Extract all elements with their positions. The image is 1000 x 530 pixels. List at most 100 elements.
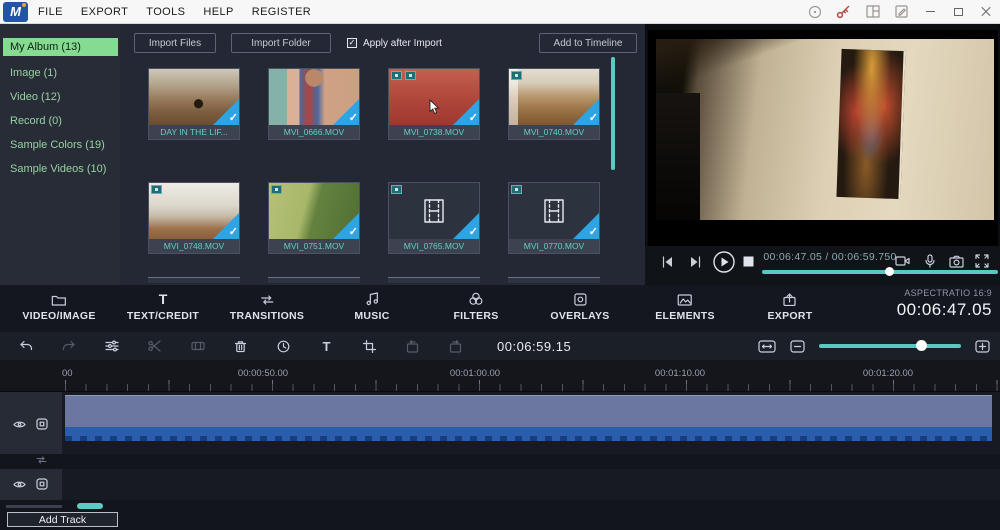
video-painting <box>835 48 906 200</box>
timeline-tracks: Add Track <box>0 392 1000 530</box>
snapshot-icon[interactable] <box>949 255 964 268</box>
overlays-icon <box>550 291 609 306</box>
clip-badge-icon <box>405 71 416 80</box>
activation-key-icon[interactable] <box>829 0 858 24</box>
layout-icon[interactable] <box>858 0 887 24</box>
track-link-icon[interactable] <box>36 456 47 464</box>
thumbnail-name: DAY IN THE LIF... <box>149 125 239 139</box>
tab-export[interactable]: EXPORT <box>768 291 813 322</box>
tab-video-image[interactable]: VIDEO/IMAGE <box>22 291 95 322</box>
media-thumbnail[interactable]: ✓ MVI_0666.MOV <box>268 68 360 140</box>
add-to-timeline-button[interactable]: Add to Timeline <box>539 33 637 53</box>
menu-bar: M FILE EXPORT TOOLS HELP REGISTER <box>0 0 1000 24</box>
tab-transitions[interactable]: TRANSITIONS <box>230 291 304 322</box>
sidebar-item-sample-videos[interactable]: Sample Videos (10) <box>0 157 120 181</box>
media-thumbnail-partial[interactable] <box>388 277 480 283</box>
menu-export[interactable]: EXPORT <box>81 6 128 18</box>
tab-elements[interactable]: ELEMENTS <box>655 291 715 322</box>
crop-icon[interactable] <box>348 339 391 353</box>
track-lock-icon[interactable] <box>36 418 48 430</box>
media-thumbnail[interactable]: ✓ MVI_0770.MOV <box>508 182 600 254</box>
timeline-zoom-slider[interactable] <box>819 340 961 351</box>
tab-overlays[interactable]: OVERLAYS <box>550 291 609 322</box>
track-lock-icon[interactable] <box>36 478 48 490</box>
video-clip[interactable] <box>65 395 992 441</box>
thumbnail-name: MVI_0748.MOV <box>149 239 239 253</box>
fullscreen-icon[interactable] <box>975 254 989 268</box>
close-icon[interactable] <box>972 0 1000 24</box>
box-arrow-right-icon[interactable] <box>434 339 477 353</box>
feedback-icon[interactable] <box>887 0 916 24</box>
timeline-ruler[interactable]: 00 00:00:50.00 00:01:00.00 00:01:10.00 0… <box>0 360 1000 392</box>
microphone-icon[interactable] <box>923 254 937 268</box>
filters-icon <box>453 291 498 306</box>
minimize-icon[interactable] <box>916 0 944 24</box>
speed-icon[interactable] <box>262 340 305 353</box>
import-folder-button[interactable]: Import Folder <box>231 33 331 53</box>
media-thumbnail-partial[interactable] <box>268 277 360 283</box>
thumbnail-name: MVI_0740.MOV <box>509 125 599 139</box>
timeline-timecode: 00:06:59.15 <box>497 338 572 354</box>
clip-badge-icon <box>271 185 282 194</box>
clip-badge-icon <box>511 71 522 80</box>
import-files-button[interactable]: Import Files <box>134 33 216 53</box>
clip-badge-icon <box>151 185 162 194</box>
adjust-icon[interactable] <box>90 340 133 352</box>
record-icon[interactable] <box>895 255 910 267</box>
media-thumbnail-partial[interactable] <box>508 277 600 283</box>
zoom-knob[interactable] <box>915 340 927 351</box>
detach-icon[interactable] <box>176 340 219 352</box>
thumbnail-name: MVI_0765.MOV <box>389 239 479 253</box>
sidebar-item-record[interactable]: Record (0) <box>0 109 120 133</box>
whats-new-icon[interactable] <box>800 0 829 24</box>
menu-register[interactable]: REGISTER <box>252 6 311 18</box>
box-arrow-left-icon[interactable] <box>391 339 434 353</box>
menu-tools[interactable]: TOOLS <box>146 6 185 18</box>
feature-tab-bar: VIDEO/IMAGE T TEXT/CREDIT TRANSITIONS MU… <box>0 285 1000 332</box>
zoom-in-icon[interactable] <box>975 339 990 353</box>
previous-frame-button[interactable] <box>661 256 674 268</box>
menu-file[interactable]: FILE <box>38 6 63 18</box>
delete-icon[interactable] <box>219 340 262 353</box>
media-thumbnail[interactable]: ✓ DAY IN THE LIF... <box>148 68 240 140</box>
fit-timeline-icon[interactable] <box>758 339 776 353</box>
text-tool-icon[interactable]: T <box>305 339 348 354</box>
add-track-button[interactable]: Add Track <box>7 512 118 527</box>
play-button[interactable] <box>712 250 736 274</box>
transitions-icon <box>230 291 304 306</box>
tab-music[interactable]: MUSIC <box>354 291 389 322</box>
seek-knob[interactable] <box>884 267 894 276</box>
zoom-out-icon[interactable] <box>790 339 805 353</box>
apply-after-import-checkbox[interactable] <box>347 38 357 48</box>
redo-icon[interactable] <box>47 340 90 352</box>
stop-button[interactable] <box>743 256 754 267</box>
next-frame-button[interactable] <box>689 256 702 268</box>
tab-filters[interactable]: FILTERS <box>453 291 498 322</box>
track-visibility-eye-icon[interactable] <box>13 480 26 489</box>
tab-text-credit[interactable]: T TEXT/CREDIT <box>127 291 199 322</box>
media-thumbnail[interactable]: ✓ MVI_0751.MOV <box>268 182 360 254</box>
media-thumbnail[interactable]: ✓ MVI_0748.MOV <box>148 182 240 254</box>
media-thumbnail[interactable]: ✓ MVI_0765.MOV <box>388 182 480 254</box>
cut-icon[interactable] <box>133 340 176 352</box>
undo-icon[interactable] <box>4 340 47 352</box>
media-thumbnail[interactable]: ✓ MVI_0740.MOV <box>508 68 600 140</box>
timeline-hscrollbar-track[interactable] <box>6 505 62 508</box>
preview-seekbar[interactable] <box>762 267 998 276</box>
filmstrip-icon <box>424 199 444 223</box>
maximize-icon[interactable] <box>944 0 972 24</box>
clip-badge-icon <box>391 185 402 194</box>
thumbnail-name: MVI_0738.MOV <box>389 125 479 139</box>
media-thumbnail[interactable]: ✓ MVI_0738.MOV <box>388 68 480 140</box>
sidebar-item-image[interactable]: Image (1) <box>0 61 120 85</box>
sidebar-item-my-album[interactable]: My Album (13) <box>3 38 118 56</box>
menu-help[interactable]: HELP <box>203 6 233 18</box>
sidebar-item-sample-colors[interactable]: Sample Colors (19) <box>0 133 120 157</box>
library-scrollbar[interactable] <box>611 57 615 170</box>
sidebar-item-video[interactable]: Video (12) <box>0 85 120 109</box>
video-doorway <box>656 93 700 220</box>
timeline-toolbar: T 00:06:59.15 <box>0 332 1000 360</box>
track-visibility-eye-icon[interactable] <box>13 420 26 429</box>
timeline-hscrollbar-thumb[interactable] <box>77 503 103 509</box>
media-thumbnail-partial[interactable] <box>148 277 240 283</box>
